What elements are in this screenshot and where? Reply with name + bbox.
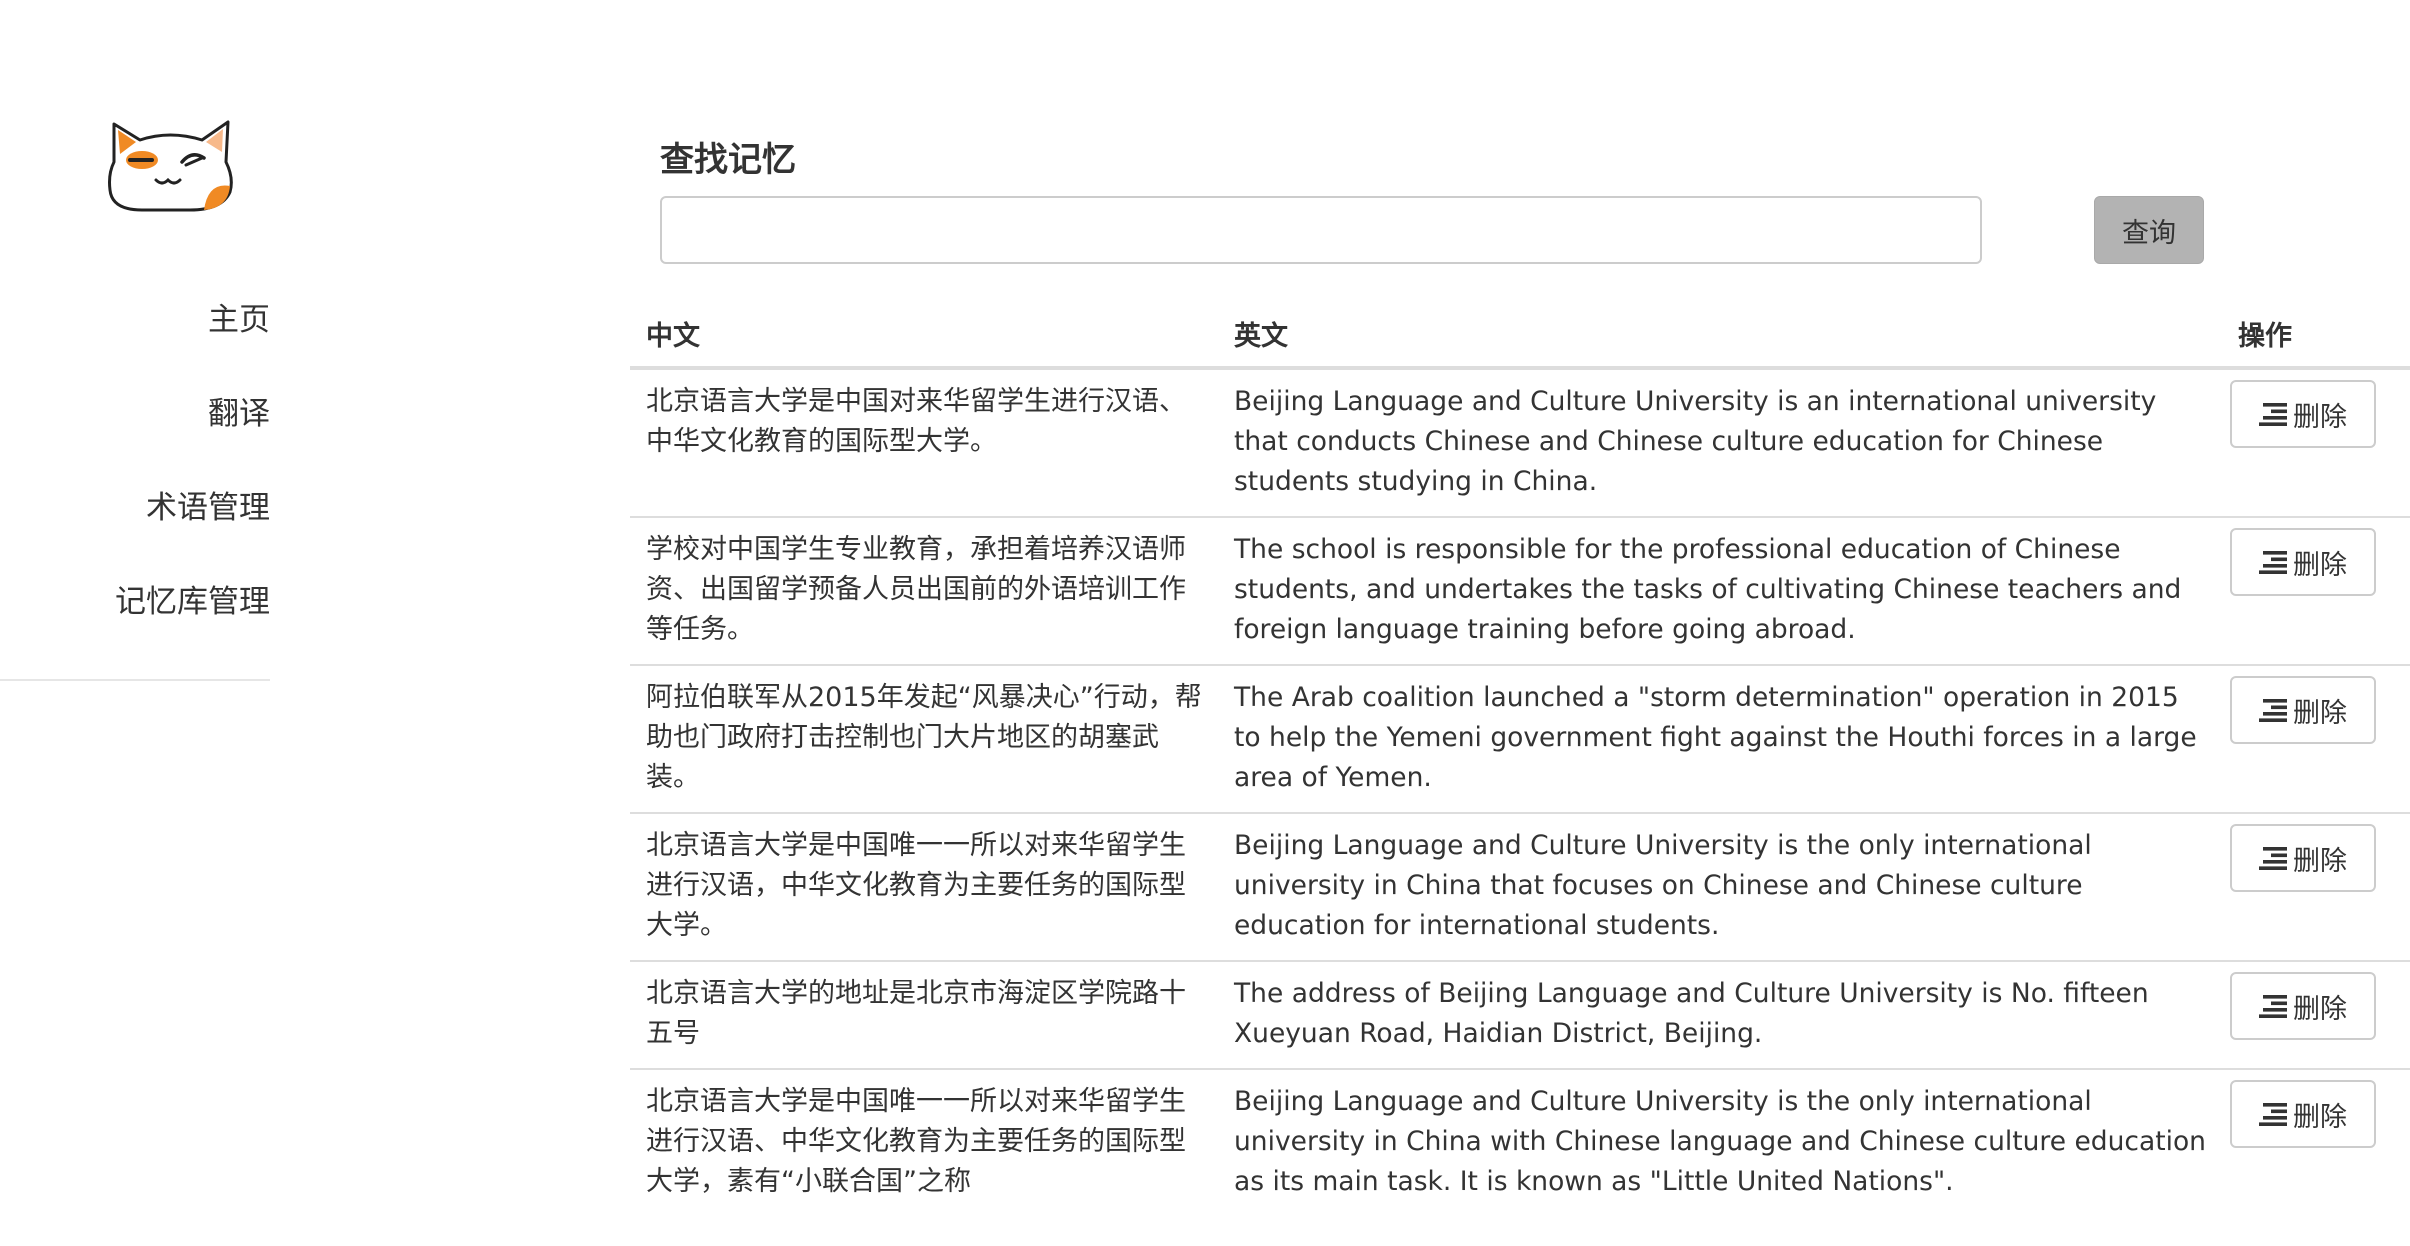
actions-cell: 删除	[2222, 516, 2410, 665]
english-cell: The Arab coalition launched a "storm det…	[1218, 664, 2222, 813]
actions-cell: 删除	[2222, 367, 2410, 517]
actions-cell: 删除	[2222, 812, 2410, 961]
delete-label: 删除	[2293, 845, 2347, 877]
delete-label: 删除	[2293, 549, 2347, 581]
sidebar-item-terminology[interactable]: 术语管理	[115, 484, 270, 532]
sidebar: 主页 翻译 术语管理 记忆库管理	[0, 0, 270, 690]
sidebar-item-memory-management[interactable]: 记忆库管理	[115, 578, 270, 626]
column-header-actions: 操作	[2222, 300, 2410, 370]
chinese-cell: 北京语言大学是中国唯一一所以对来华留学生进行汉语、中华文化教育为主要任务的国际型…	[630, 1068, 1218, 1216]
english-cell: Beijing Language and Culture University …	[1218, 1068, 2222, 1216]
delete-button[interactable]: 删除	[2230, 824, 2376, 892]
delete-button[interactable]: 删除	[2230, 380, 2376, 448]
sidebar-item-translate[interactable]: 翻译	[115, 390, 270, 438]
actions-cell: 删除	[2222, 664, 2410, 813]
english-cell: Beijing Language and Culture University …	[1218, 367, 2222, 517]
sidebar-item-home[interactable]: 主页	[115, 296, 270, 344]
english-cell: Beijing Language and Culture University …	[1218, 812, 2222, 961]
search-button[interactable]: 查询	[2094, 196, 2204, 264]
table-row: 阿拉伯联军从2015年发起“风暴决心”行动，帮助也门政府打击控制也门大片地区的胡…	[630, 664, 2410, 813]
english-cell: The school is responsible for the profes…	[1218, 516, 2222, 665]
table-row: 北京语言大学的地址是北京市海淀区学院路十五号 The address of Be…	[630, 960, 2410, 1069]
chinese-cell: 北京语言大学的地址是北京市海淀区学院路十五号	[630, 960, 1218, 1069]
cat-logo	[108, 120, 233, 212]
align-right-icon	[2259, 995, 2287, 1018]
delete-button[interactable]: 删除	[2230, 972, 2376, 1040]
delete-button[interactable]: 删除	[2230, 528, 2376, 596]
delete-button[interactable]: 删除	[2230, 1080, 2376, 1148]
chinese-cell: 北京语言大学是中国唯一一所以对来华留学生进行汉语，中华文化教育为主要任务的国际型…	[630, 812, 1218, 961]
align-right-icon	[2259, 699, 2287, 722]
table-row: 北京语言大学是中国唯一一所以对来华留学生进行汉语，中华文化教育为主要任务的国际型…	[630, 812, 2410, 961]
align-right-icon	[2259, 847, 2287, 870]
align-right-icon	[2259, 551, 2287, 574]
actions-cell: 删除	[2222, 960, 2410, 1069]
table-row: 北京语言大学是中国唯一一所以对来华留学生进行汉语、中华文化教育为主要任务的国际型…	[630, 1068, 2410, 1216]
sidebar-divider	[0, 679, 270, 681]
align-right-icon	[2259, 1103, 2287, 1126]
delete-label: 删除	[2293, 697, 2347, 729]
table-row: 北京语言大学是中国对来华留学生进行汉语、中华文化教育的国际型大学。 Beijin…	[630, 367, 2410, 517]
sidebar-nav: 主页 翻译 术语管理 记忆库管理	[115, 296, 270, 672]
column-header-chinese: 中文	[630, 300, 1218, 370]
english-cell: The address of Beijing Language and Cult…	[1218, 960, 2222, 1069]
table-header-row: 中文 英文 操作	[630, 300, 2410, 370]
chinese-cell: 北京语言大学是中国对来华留学生进行汉语、中华文化教育的国际型大学。	[630, 367, 1218, 517]
align-right-icon	[2259, 403, 2287, 426]
delete-label: 删除	[2293, 401, 2347, 433]
chinese-cell: 阿拉伯联军从2015年发起“风暴决心”行动，帮助也门政府打击控制也门大片地区的胡…	[630, 664, 1218, 813]
chinese-cell: 学校对中国学生专业教育，承担着培养汉语师资、出国留学预备人员出国前的外语培训工作…	[630, 516, 1218, 665]
delete-label: 删除	[2293, 1101, 2347, 1133]
delete-label: 删除	[2293, 993, 2347, 1025]
column-header-english: 英文	[1218, 300, 2222, 370]
search-input[interactable]	[660, 196, 1982, 264]
actions-cell: 删除	[2222, 1068, 2410, 1216]
memory-table: 中文 英文 操作 北京语言大学是中国对来华留学生进行汉语、中华文化教育的国际型大…	[630, 300, 2410, 1216]
delete-button[interactable]: 删除	[2230, 676, 2376, 744]
table-row: 学校对中国学生专业教育，承担着培养汉语师资、出国留学预备人员出国前的外语培训工作…	[630, 516, 2410, 665]
search-title: 查找记忆	[660, 140, 796, 180]
